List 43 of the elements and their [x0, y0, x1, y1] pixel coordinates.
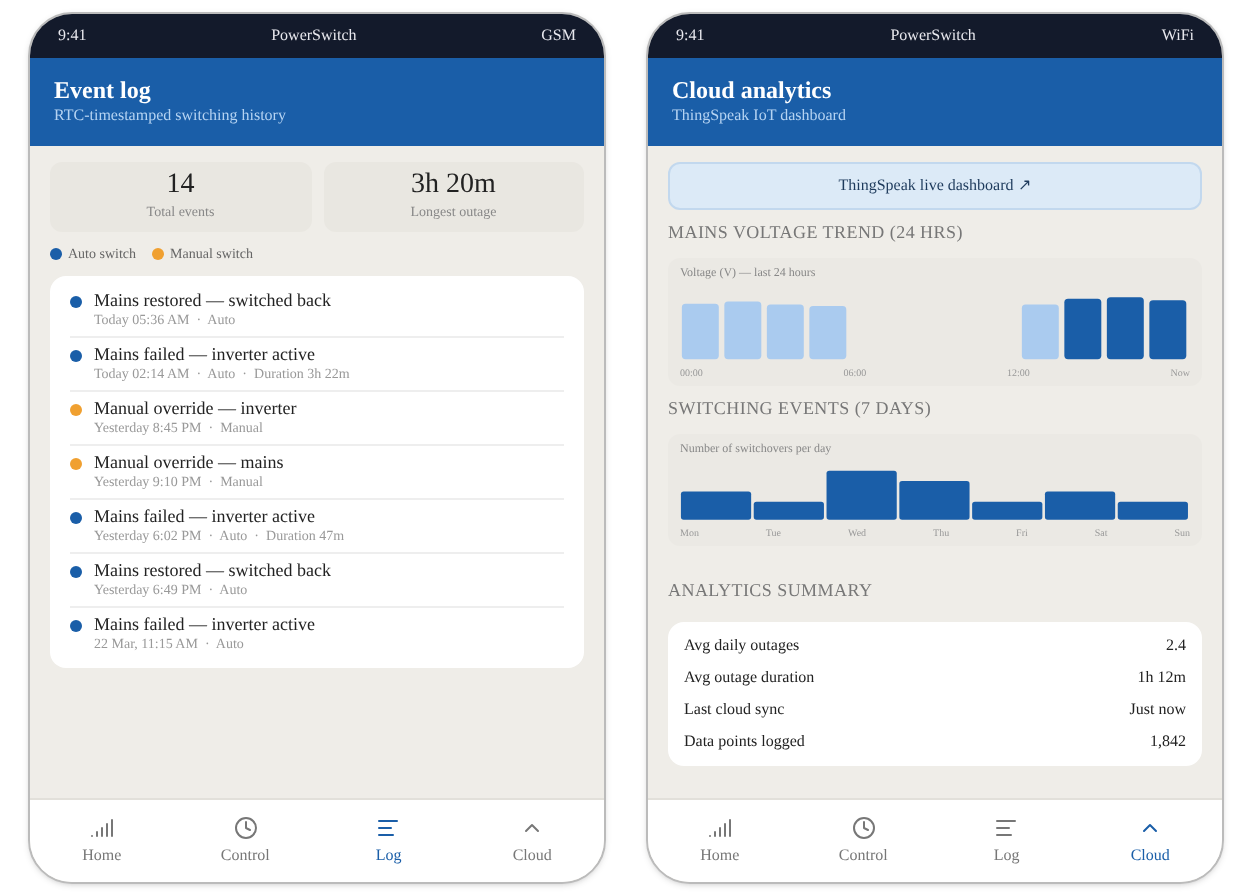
screen-title: Event log [54, 76, 153, 104]
summary-label: Last cloud sync [684, 698, 785, 722]
nav-tab[interactable]: Cloud [1078, 815, 1222, 867]
nav-tab[interactable]: Cloud [460, 815, 604, 867]
event-title: Mains failed — inverter active [94, 614, 315, 636]
summary-label: Avg daily outages [684, 634, 800, 658]
section-heading: MAINS VOLTAGE TREND (24 HRS) [668, 220, 965, 246]
event-title: Mains failed — inverter active [94, 344, 317, 366]
summary-label: Data points logged [684, 730, 805, 754]
nav-tab[interactable]: Home [648, 815, 792, 867]
summary-value: 2.4 [1166, 634, 1186, 658]
stat-value: 14 [166, 170, 195, 202]
clock-icon [851, 815, 876, 839]
stat-value: 3h 20m [411, 170, 496, 202]
app-name: PowerSwitch [890, 24, 976, 48]
event-title: Manual override — mains [94, 452, 284, 474]
lines-icon [376, 815, 401, 839]
event-title: Mains failed — inverter active [94, 506, 317, 528]
nav-tab[interactable]: Home [30, 815, 174, 867]
event-title: Manual override — inverter [94, 398, 297, 420]
nav-tab[interactable]: Log [317, 815, 461, 867]
app-name: PowerSwitch [271, 24, 357, 48]
event-title: Mains restored — switched back [94, 290, 331, 312]
dashboard-link-button[interactable]: ThingSpeak live dashboard ↗ [668, 162, 1202, 210]
clock-icon [233, 815, 258, 839]
summary-label: Avg outage duration [684, 666, 815, 690]
summary-value: Just now [1129, 698, 1186, 722]
status-time: 9:41 [676, 24, 705, 48]
screen-title: Cloud analytics [672, 76, 834, 104]
network-label: GSM [541, 24, 576, 48]
nav-tab[interactable]: Log [935, 815, 1079, 867]
lines-icon [994, 815, 1019, 839]
status-time: 9:41 [58, 24, 87, 48]
nav-tab[interactable]: Control [791, 815, 935, 867]
screen-subtitle: RTC-timestamped switching history [54, 104, 288, 128]
screen-subtitle: ThingSpeak IoT dashboard [672, 104, 848, 128]
summary-value: 1h 12m [1137, 666, 1186, 690]
summary-value: 1,842 [1150, 730, 1186, 754]
section-heading: ANALYTICS SUMMARY [668, 580, 873, 600]
nav-tab[interactable]: Control [173, 815, 317, 867]
event-title: Mains restored — switched back [94, 560, 331, 582]
section-heading: SWITCHING EVENTS (7 DAYS) [668, 396, 934, 422]
network-label: WiFi [1161, 24, 1194, 48]
